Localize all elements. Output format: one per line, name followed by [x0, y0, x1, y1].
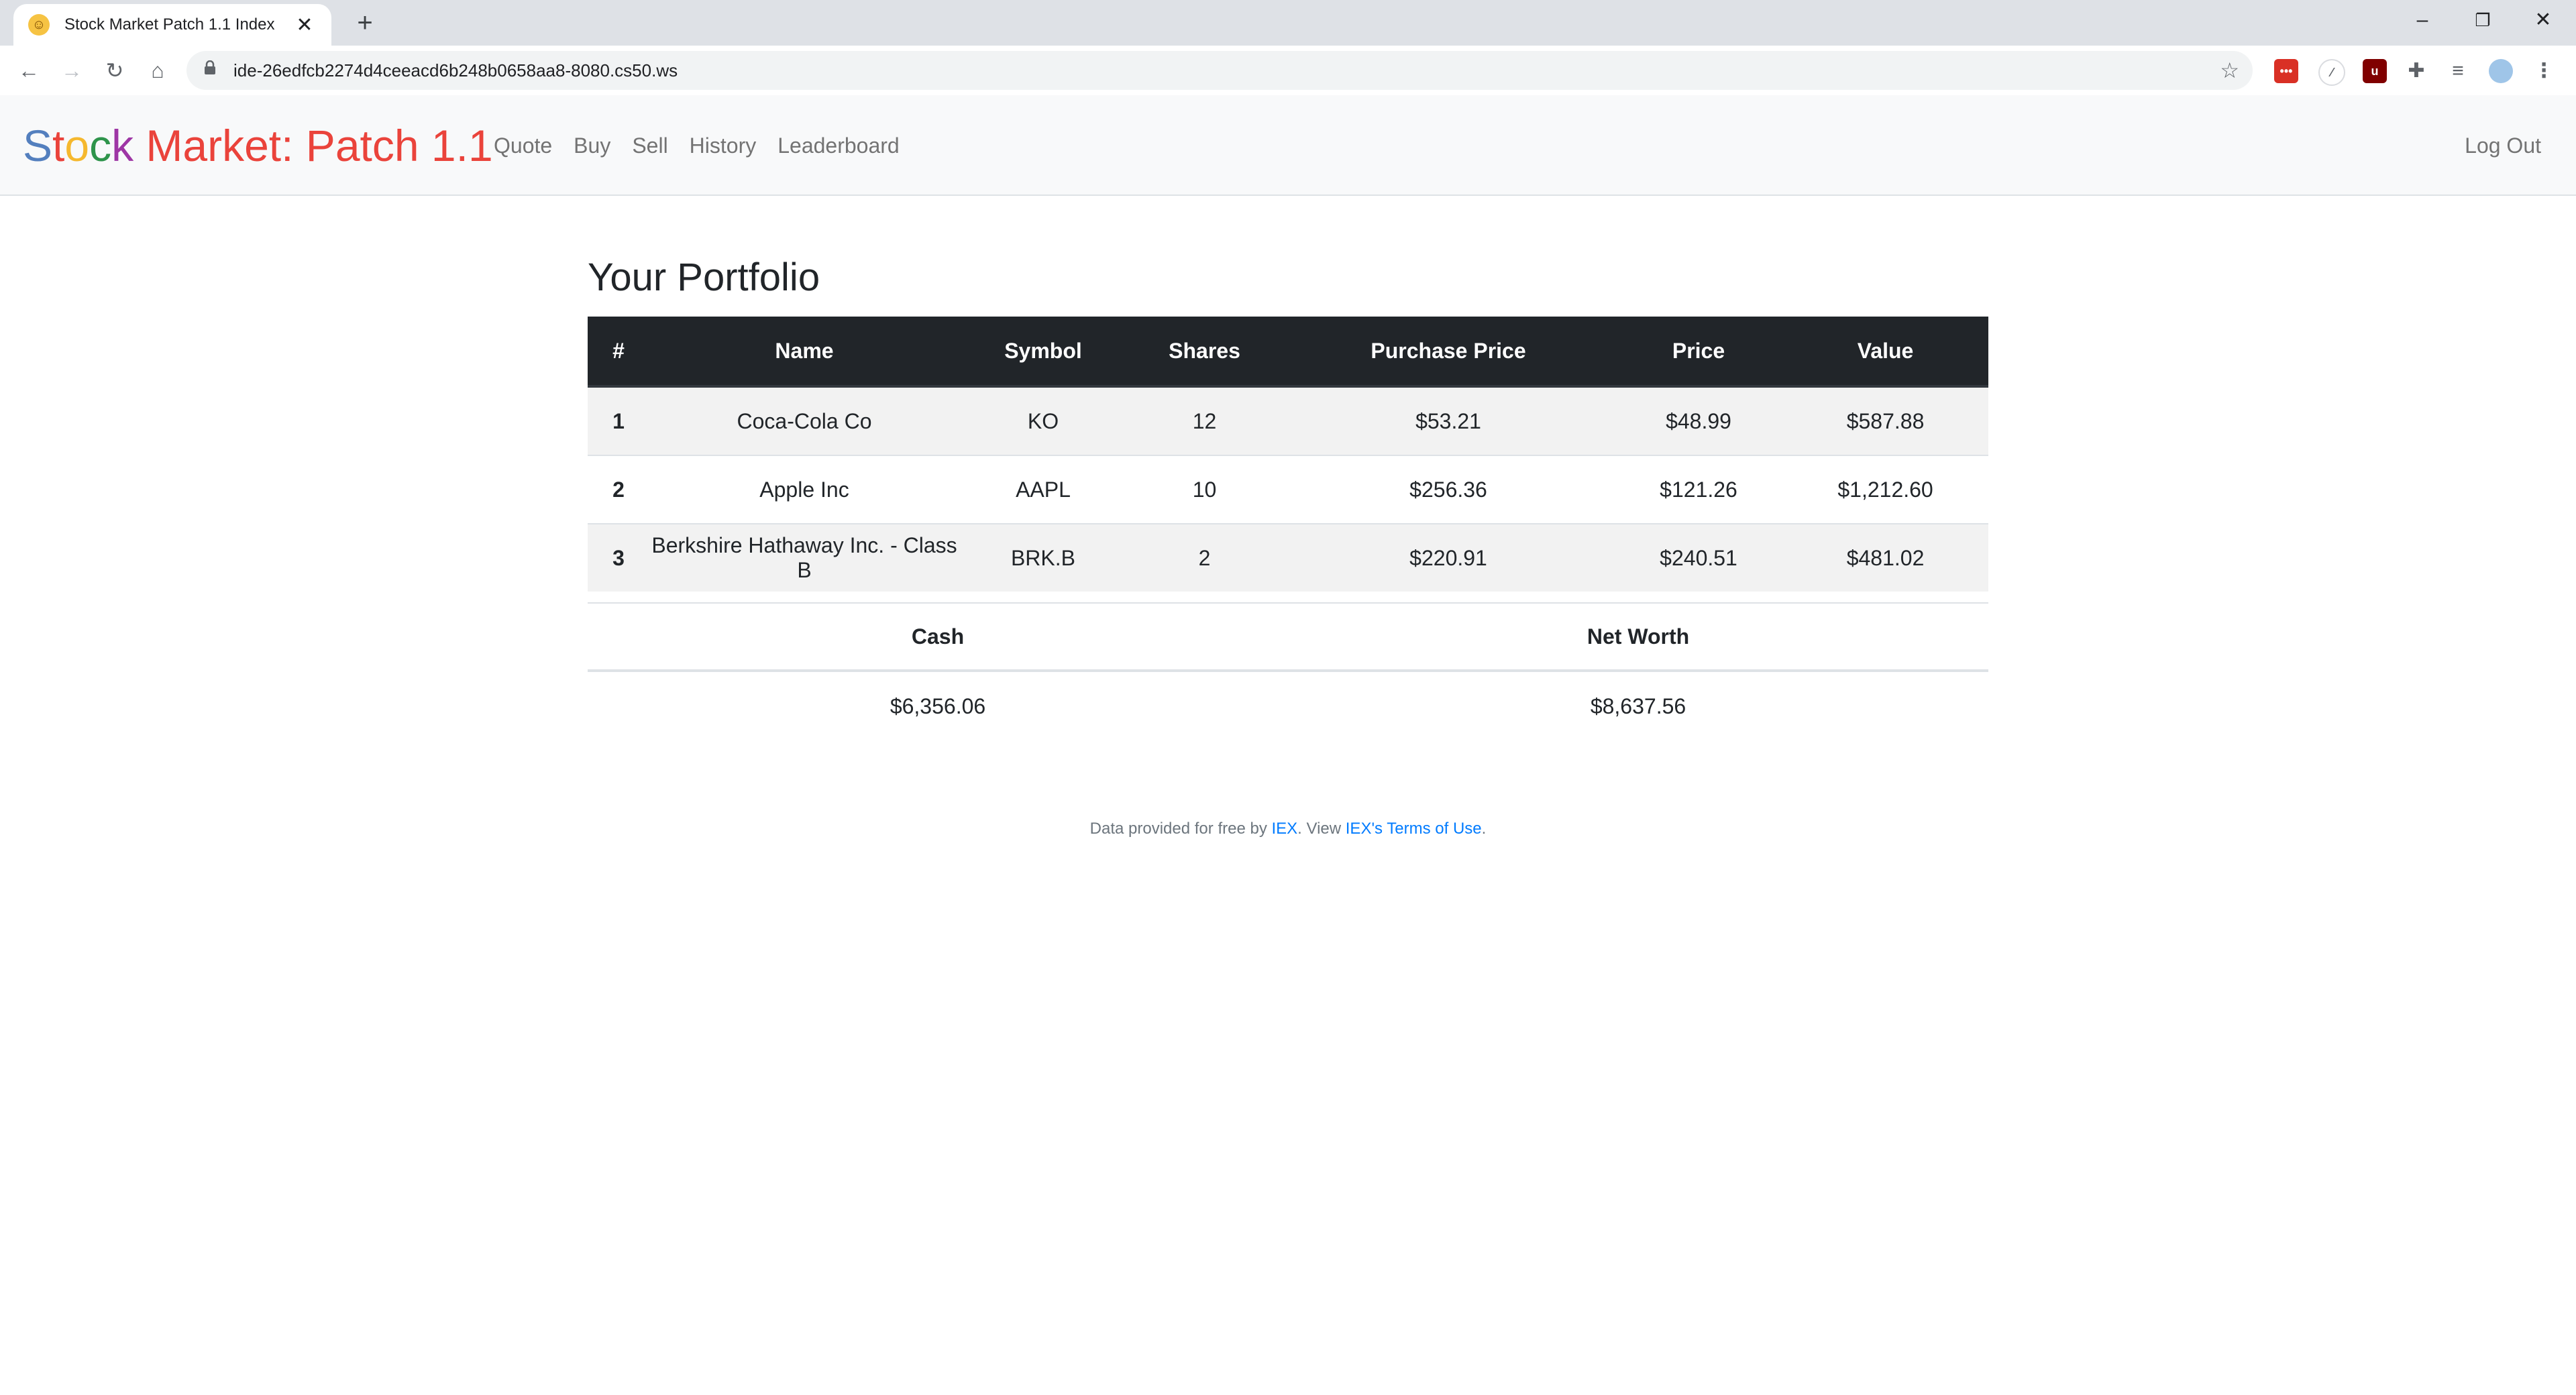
current-price: $121.26 [1614, 455, 1783, 524]
browser-tab-active[interactable]: ☺ Stock Market Patch 1.1 Index ✕ [13, 4, 331, 46]
summary-table: Cash Net Worth $6,356.06 $8,637.56 [588, 602, 1988, 740]
graph-extension-icon[interactable]: ⁄ [2318, 59, 2345, 86]
column-header: Purchase Price [1282, 317, 1615, 388]
emoji-favicon-icon: ☺ [28, 14, 50, 36]
new-tab-button[interactable]: + [349, 7, 381, 39]
table-row: 1 Coca-Cola Co KO 12 $53.21 $48.99 $587.… [588, 386, 1988, 455]
current-price: $48.99 [1614, 386, 1783, 455]
column-header: Symbol [959, 317, 1127, 388]
iex-link[interactable]: IEX [1271, 820, 1297, 838]
summary-header-row: Cash Net Worth [588, 602, 1988, 672]
summary-row: $6,356.06 $8,637.56 [588, 671, 1988, 740]
stock-symbol: BRK.B [959, 523, 1127, 592]
iex-terms-link[interactable]: IEX's Terms of Use [1346, 820, 1482, 838]
stock-name: Berkshire Hathaway Inc. - Class B [649, 523, 959, 592]
holding-value: $587.88 [1782, 386, 1988, 455]
net-worth-value: $8,637.56 [1590, 693, 1686, 718]
footer-attribution: Data provided for free by IEX. View IEX'… [0, 820, 2576, 838]
row-index: 3 [588, 523, 649, 592]
column-header: Name [649, 317, 959, 388]
column-header: Shares [1126, 317, 1283, 388]
lastpass-extension-icon[interactable]: ••• [2274, 59, 2298, 83]
nav-links: Quote Buy Sell History Leaderboard [494, 95, 921, 196]
app-navbar: Stock Market: Patch 1.1 Quote Buy Sell H… [0, 95, 2576, 196]
purchase-price: $256.36 [1282, 455, 1615, 524]
holding-value: $1,212.60 [1782, 455, 1988, 524]
media-control-icon[interactable]: ≡ [2446, 59, 2470, 83]
profile-avatar-icon[interactable] [2489, 59, 2513, 83]
nav-link-history[interactable]: History [690, 133, 757, 158]
brand-logo[interactable]: Stock Market: Patch 1.1 [23, 95, 493, 196]
column-header: Price [1614, 317, 1783, 388]
footer-text: . View [1297, 820, 1346, 838]
brand-letter: t [52, 121, 65, 170]
purchase-price: $53.21 [1282, 386, 1615, 455]
stock-name: Apple Inc [649, 455, 959, 524]
portfolio-table: # Name Symbol Shares Purchase Price Pric… [588, 317, 1988, 592]
table-header-row: # Name Symbol Shares Purchase Price Pric… [588, 317, 1988, 388]
tab-title: Stock Market Patch 1.1 Index [64, 15, 275, 34]
stock-symbol: AAPL [959, 455, 1127, 524]
nav-link-buy[interactable]: Buy [574, 133, 610, 158]
brand-letter: o [64, 121, 90, 170]
extensions-puzzle-icon[interactable]: ✚ [2404, 59, 2428, 83]
brand-letter: S [23, 121, 53, 170]
cash-value: $6,356.06 [890, 693, 986, 718]
url-text: ide-26edfcb2274d4ceeacd6b248b0658aa8-808… [233, 60, 678, 80]
brand-letter: c [89, 121, 112, 170]
footer-text: Data provided for free by [1089, 820, 1272, 838]
nav-link-quote[interactable]: Quote [494, 133, 552, 158]
browser-menu-icon[interactable]: ⋮ [2532, 59, 2556, 83]
column-header: # [588, 317, 649, 388]
footer-text: . [1481, 820, 1487, 838]
browser-toolbar: ← → ↻ ⌂ ide-26edfcb2274d4ceeacd6b248b065… [0, 46, 2576, 97]
stock-name: Coca-Cola Co [649, 386, 959, 455]
ublock-extension-icon[interactable]: u [2363, 59, 2387, 83]
logout-link[interactable]: Log Out [2465, 95, 2541, 196]
back-arrow-icon[interactable]: ← [11, 52, 47, 89]
current-price: $240.51 [1614, 523, 1783, 592]
stock-symbol: KO [959, 386, 1127, 455]
home-icon[interactable]: ⌂ [140, 52, 176, 89]
stock-shares: 2 [1126, 523, 1283, 592]
table-row: 3 Berkshire Hathaway Inc. - Class B BRK.… [588, 523, 1988, 592]
browser-tabstrip: ☺ Stock Market Patch 1.1 Index ✕ + – ❐ ✕ [0, 0, 2576, 46]
forward-arrow-icon[interactable]: → [54, 52, 90, 89]
lock-icon [204, 60, 224, 80]
bookmark-star-icon[interactable]: ☆ [2220, 51, 2239, 90]
holding-value: $481.02 [1782, 523, 1988, 592]
table-row: 2 Apple Inc AAPL 10 $256.36 $121.26 $1,2… [588, 455, 1988, 524]
restore-window-button[interactable]: ❐ [2453, 0, 2513, 40]
cash-header: Cash [588, 602, 1288, 672]
nav-link-sell[interactable]: Sell [632, 133, 667, 158]
close-window-button[interactable]: ✕ [2513, 0, 2573, 40]
net-worth-header: Net Worth [1288, 602, 1988, 672]
stock-shares: 10 [1126, 455, 1283, 524]
nav-link-leaderboard[interactable]: Leaderboard [777, 133, 899, 158]
reload-icon[interactable]: ↻ [97, 52, 133, 89]
address-bar[interactable]: ide-26edfcb2274d4ceeacd6b248b0658aa8-808… [186, 51, 2253, 90]
brand-letter: k [111, 121, 134, 170]
purchase-price: $220.91 [1282, 523, 1615, 592]
row-index: 1 [588, 386, 649, 455]
page-title: Your Portfolio [588, 256, 820, 299]
stock-shares: 12 [1126, 386, 1283, 455]
close-tab-icon[interactable]: ✕ [292, 13, 317, 37]
brand-text: Market: Patch 1.1 [133, 121, 493, 170]
column-header: Value [1782, 317, 1988, 388]
minimize-window-button[interactable]: – [2392, 0, 2453, 40]
row-index: 2 [588, 455, 649, 524]
